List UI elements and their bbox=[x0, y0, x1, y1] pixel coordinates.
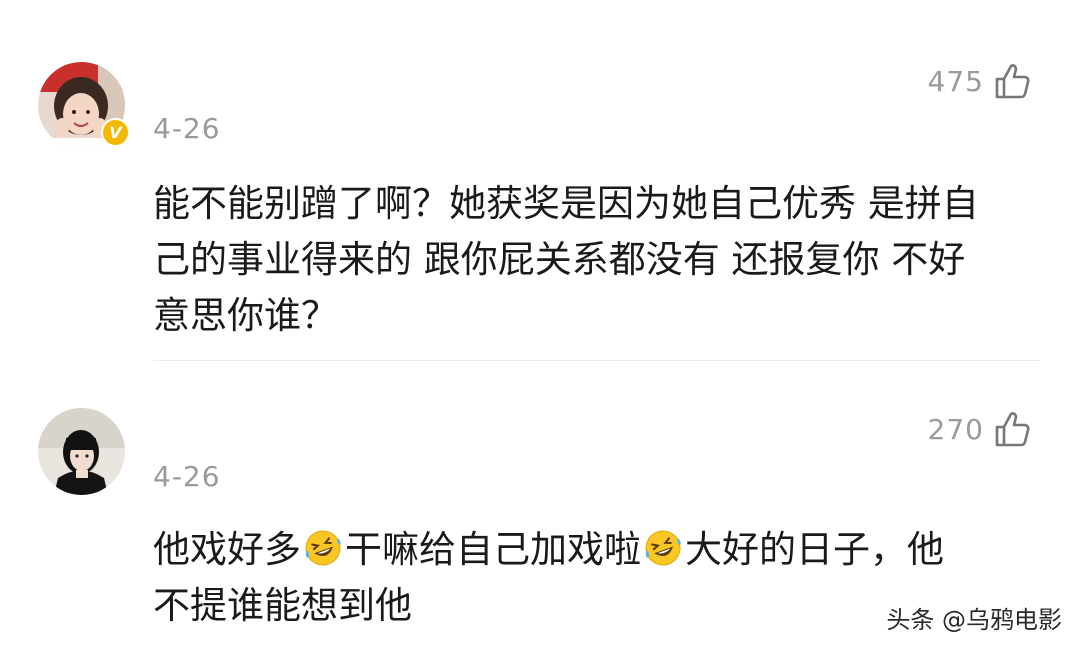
comment-list: V 4-26 475 能不能别蹭了啊？她获奖是因为她自己优秀 是拼自 己的事业得… bbox=[0, 0, 1080, 655]
laugh-emoji-icon bbox=[305, 530, 341, 566]
avatar[interactable] bbox=[38, 408, 125, 495]
divider bbox=[153, 360, 1040, 361]
comment-date: 4-26 bbox=[153, 112, 221, 145]
comment-line: 意思你谁？ bbox=[153, 294, 338, 337]
thumbs-up-icon[interactable] bbox=[994, 410, 1030, 448]
laugh-emoji-icon bbox=[645, 530, 681, 566]
like-count: 270 bbox=[927, 412, 984, 446]
comment-item: V 4-26 475 能不能别蹭了啊？她获奖是因为她自己优秀 是拼自 己的事业得… bbox=[0, 0, 1080, 362]
avatar-image bbox=[38, 408, 125, 495]
thumbs-up-icon[interactable] bbox=[994, 62, 1030, 100]
watermark: 头条 @乌鸦电影 bbox=[886, 606, 1062, 634]
like-button[interactable]: 270 bbox=[928, 410, 1030, 448]
like-count: 475 bbox=[927, 64, 984, 98]
verified-badge: V bbox=[101, 118, 130, 147]
comment-segment: 大好的日子，他 bbox=[685, 528, 944, 571]
like-button[interactable]: 475 bbox=[928, 62, 1030, 100]
comment-line: 他戏好多 干嘛给自己加戏啦 大好的日子，他 bbox=[153, 522, 1053, 578]
comment-line: 能不能别蹭了啊？她获奖是因为她自己优秀 是拼自 bbox=[153, 182, 979, 225]
comment-text: 能不能别蹭了啊？她获奖是因为她自己优秀 是拼自 己的事业得来的 跟你屁关系都没有… bbox=[153, 176, 1053, 344]
comment-segment: 干嘛给自己加戏啦 bbox=[345, 528, 641, 571]
comment-date: 4-26 bbox=[153, 460, 221, 493]
comment-segment: 他戏好多 bbox=[153, 528, 301, 571]
comment-line: 己的事业得来的 跟你屁关系都没有 还报复你 不好 bbox=[153, 238, 966, 281]
